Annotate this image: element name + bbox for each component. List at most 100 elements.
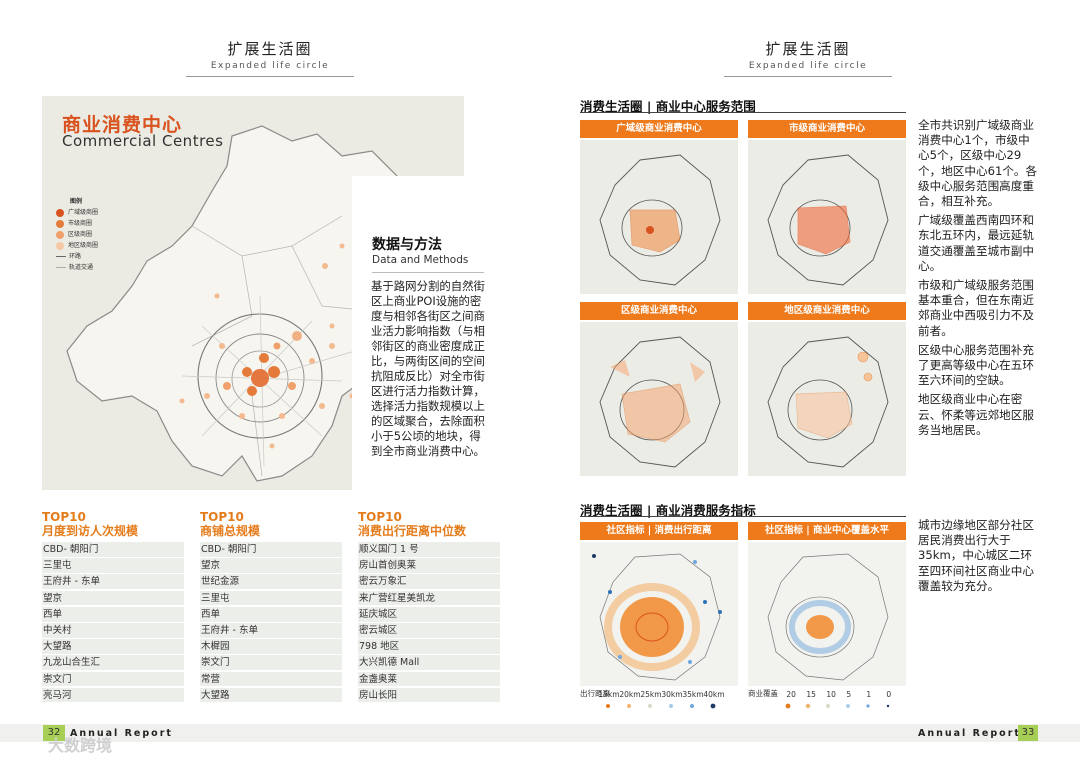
method-title: 数据与方法: [372, 237, 442, 253]
list-item: 三里屯: [42, 558, 184, 573]
map-city-service: [748, 140, 906, 294]
list-item: 延庆城区: [358, 606, 500, 622]
method-rule: [372, 272, 484, 273]
legend-item: 地区级商圈: [56, 240, 98, 251]
map-coverage: [748, 542, 906, 686]
legend-value: 5: [846, 690, 852, 699]
legend-item: 环路: [56, 251, 98, 262]
list-item: 望京: [200, 558, 342, 573]
list-item: 金盏奥莱: [358, 671, 500, 687]
legend-value: 15: [806, 690, 816, 699]
watermark: 大数跨境: [48, 736, 113, 755]
legend-title: 图例: [70, 198, 83, 205]
top10-title: 月度到访人次规模: [42, 524, 139, 538]
legend-line: [56, 256, 66, 257]
list-item: 西单: [42, 606, 184, 622]
coverage-legend-dots: [785, 703, 890, 709]
section-rule: [580, 516, 906, 517]
top10-label: TOP10: [358, 510, 402, 524]
coverage-legend: 商业覆盖 20 15 10 5 1 0: [748, 689, 906, 700]
right-page-number: 33: [1018, 725, 1038, 741]
travel-distance-legend-dots: [606, 703, 716, 709]
legend-value: 15km: [598, 690, 620, 699]
top10-list: CBD- 朝阳门 三里屯 王府井 - 东单 望京 西单 中关村 大望路 九龙山合…: [42, 542, 192, 703]
top10-visits: TOP10 月度到访人次规模 CBD- 朝阳门 三里屯 王府井 - 东单 望京 …: [42, 510, 192, 704]
top10-list: CBD- 朝阳门 望京 世纪金源 三里屯 西单 王府井 - 东单 木樨园 崇文门…: [200, 542, 350, 703]
legend-swatch: [56, 241, 64, 250]
top10-shops: TOP10 商铺总规模 CBD- 朝阳门 望京 世纪金源 三里屯 西单 王府井 …: [200, 510, 350, 704]
top10-title: 商铺总规模: [200, 524, 261, 538]
top10-label: TOP10: [42, 510, 86, 524]
legend-value: 35km: [682, 690, 704, 699]
list-item: 三里屯: [200, 590, 342, 606]
legend-item: 市级商圈: [56, 218, 98, 229]
map-legend: 图例 广域级商圈 市级商圈 区级商圈 地区级商圈 环路 轨道交通: [56, 196, 98, 273]
list-item: 王府井 - 东单: [42, 574, 184, 590]
top10-list: 顺义国门 1 号 房山首创奥莱 密云万象汇 来广营红星美凯龙 延庆城区 密云城区…: [358, 542, 508, 703]
list-item: CBD- 朝阳门: [42, 542, 184, 557]
map-regional-service: [580, 140, 738, 294]
map-graphic: [767, 553, 889, 681]
legend-item: 轨道交通: [56, 262, 98, 273]
legend-line: [56, 267, 66, 268]
service-range-text: 全市共识别广域级商业消费中心1个，市级中心5个，区级中心29个，地区中心61个。…: [918, 118, 1040, 442]
top10-title: 消费出行距离中位数: [358, 524, 467, 538]
panel-label-coverage: 社区指标 | 商业中心覆盖水平: [748, 522, 906, 540]
paragraph: 广域级覆盖西南四环和东北五环内，最远延轨道交通覆盖至城市副中心。: [918, 213, 1034, 273]
map-graphic: [767, 154, 889, 286]
list-item: 密云城区: [358, 622, 500, 638]
top10-label: TOP10: [200, 510, 244, 524]
paragraph: 市级和广域级服务范围基本重合，但在东南近郊商业中西吸引力不及前者。: [918, 278, 1034, 338]
left-page-subheader: Expanded life circle: [210, 61, 330, 71]
travel-distance-legend: 出行距离 15km20km25km30km35km40km: [580, 689, 738, 700]
map-area-service: [748, 322, 906, 476]
legend-value: 30km: [661, 690, 683, 699]
legend-swatch: [56, 230, 64, 239]
left-header-rule: [186, 76, 354, 77]
legend-label: 出行距离: [580, 689, 610, 698]
list-item: 中关村: [42, 622, 184, 638]
list-item: 顺义国门 1 号: [358, 542, 500, 557]
panel-label-district: 区级商业消费中心: [580, 302, 738, 320]
service-indicators-text: 城市边缘地区部分社区居民消费出行大于35km，中心城区二环至四环间社区商业中心覆…: [918, 518, 1034, 593]
list-item: 崇文门: [42, 671, 184, 687]
list-item: 大望路: [42, 639, 184, 654]
panel-label-area: 地区级商业消费中心: [748, 302, 906, 320]
list-item: 大望路: [200, 687, 342, 703]
list-item: 来广营红星美凯龙: [358, 590, 500, 606]
list-item: 798 地区: [358, 639, 500, 654]
method-body: 基于路网分割的自然街区上商业POI设施的密度与相邻各街区之间商业活力影响指数（与…: [371, 279, 485, 458]
legend-value: 25km: [640, 690, 662, 699]
list-item: 亮马河: [42, 687, 184, 703]
legend-swatch: [56, 219, 64, 228]
list-item: 常营: [200, 671, 342, 687]
paragraph: 区级中心服务范围补充了更高等级中心在五环至六环间的空缺。: [918, 342, 1034, 388]
list-item: 世纪金源: [200, 574, 342, 590]
map-graphic: [599, 336, 721, 468]
list-item: 木樨园: [200, 639, 342, 654]
right-header-rule: [724, 76, 892, 77]
legend-value: 20km: [619, 690, 641, 699]
map-graphic: [592, 553, 722, 681]
top10-distance: TOP10 消费出行距离中位数 顺义国门 1 号 房山首创奥莱 密云万象汇 来广…: [358, 510, 508, 704]
paragraph: 地区级商业中心在密云、怀柔等远郊地区服务当地居民。: [918, 392, 1034, 437]
map-graphic: [599, 154, 721, 286]
legend-label: 商业覆盖: [748, 689, 778, 698]
list-item: 九龙山合生汇: [42, 655, 184, 671]
list-item: 望京: [42, 590, 184, 606]
list-item: 密云万象汇: [358, 574, 500, 590]
list-item: 王府井 - 东单: [200, 622, 342, 638]
map-travel-distance: [580, 542, 738, 686]
section-rule: [580, 112, 906, 113]
list-item: 崇文门: [200, 655, 342, 671]
legend-swatch: [56, 208, 64, 217]
legend-value: 1: [866, 690, 872, 699]
left-page-header: 扩展生活圈: [227, 40, 313, 58]
legend-value: 10: [826, 690, 836, 699]
list-item: 房山长阳: [358, 687, 500, 703]
method-subtitle: Data and Methods: [372, 254, 469, 266]
map-district-service: [580, 322, 738, 476]
legend-value: 40km: [703, 690, 725, 699]
right-footer-title: Annual Report: [918, 728, 1021, 739]
list-item: 房山首创奥莱: [358, 558, 500, 573]
